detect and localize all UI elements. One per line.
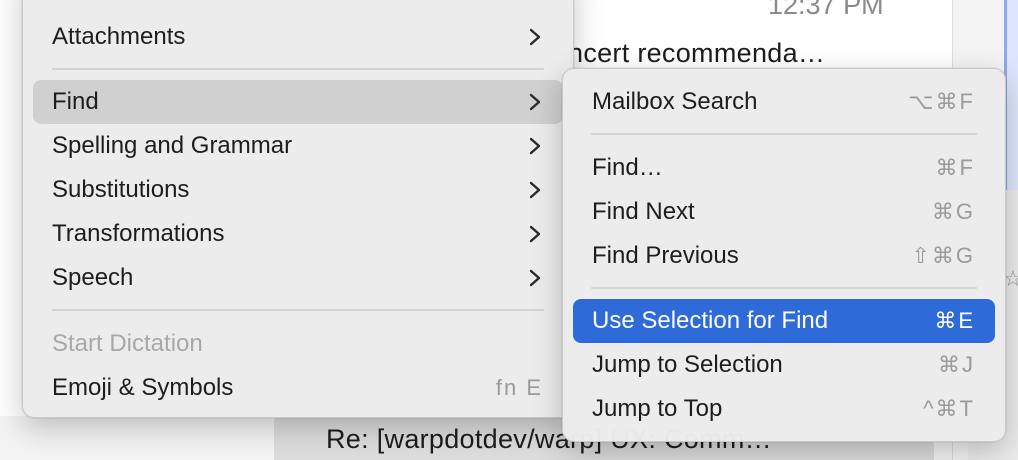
- edit-menu: Attachments Find Spelling and Grammar Su…: [22, 0, 574, 418]
- keyboard-shortcut: ⌘F: [935, 155, 975, 180]
- menu-item-transformations[interactable]: Transformations: [33, 212, 563, 256]
- menu-item-find[interactable]: Find: [33, 80, 563, 124]
- menu-item-emoji-and-symbols[interactable]: Emoji & Symbols fn E: [33, 366, 563, 410]
- menu-item-label: Use Selection for Find: [592, 307, 829, 334]
- menu-item-start-dictation: Start Dictation: [33, 322, 563, 366]
- menu-item-label: Attachments: [52, 23, 186, 50]
- submenu-item-find[interactable]: Find… ⌘F: [573, 146, 995, 190]
- menu-item-label: Emoji & Symbols: [52, 374, 234, 401]
- submenu-item-mailbox-search[interactable]: Mailbox Search ⌥⌘F: [573, 80, 995, 124]
- menu-item-label: Speech: [52, 264, 134, 291]
- keyboard-shortcut: ⇧⌘G: [911, 243, 975, 268]
- chevron-right-icon: [529, 137, 541, 155]
- menu-separator: [591, 133, 977, 135]
- menu-item-label: Jump to Top: [592, 395, 723, 422]
- menu-item-label: Spelling and Grammar: [52, 132, 293, 159]
- submenu-item-find-previous[interactable]: Find Previous ⇧⌘G: [573, 234, 995, 278]
- chevron-right-icon: [529, 93, 541, 111]
- submenu-item-jump-to-top[interactable]: Jump to Top ^⌘T: [573, 387, 995, 431]
- chevron-right-icon: [529, 28, 541, 46]
- submenu-item-use-selection-for-find[interactable]: Use Selection for Find ⌘E: [573, 299, 995, 343]
- selection-strip: [1004, 0, 1018, 190]
- menu-item-label: Start Dictation: [52, 330, 203, 357]
- keyboard-shortcut: ⌥⌘F: [908, 89, 975, 114]
- menu-item-attachments[interactable]: Attachments: [33, 15, 563, 59]
- chevron-right-icon: [529, 181, 541, 199]
- chevron-right-icon: [529, 225, 541, 243]
- menu-item-speech[interactable]: Speech: [33, 256, 563, 300]
- menu-item-spelling-and-grammar[interactable]: Spelling and Grammar: [33, 124, 563, 168]
- menu-separator: [591, 287, 977, 289]
- find-submenu: Mailbox Search ⌥⌘F Find… ⌘F Find Next ⌘G…: [562, 68, 1006, 442]
- menu-item-label: Jump to Selection: [592, 351, 783, 378]
- menu-separator: [52, 68, 544, 70]
- menu-item-label: Transformations: [52, 220, 225, 247]
- keyboard-shortcut: ⌘J: [938, 352, 975, 377]
- menu-item-label: Find…: [592, 154, 663, 181]
- menu-item-label: Find Previous: [592, 242, 739, 269]
- keyboard-shortcut: ^⌘T: [923, 396, 975, 421]
- menu-item-substitutions[interactable]: Substitutions: [33, 168, 563, 212]
- menu-item-label: Find: [52, 88, 99, 115]
- keyboard-shortcut: fn E: [495, 375, 543, 400]
- submenu-item-jump-to-selection[interactable]: Jump to Selection ⌘J: [573, 343, 995, 387]
- message-time: 12:37 PM: [768, 0, 884, 20]
- menu-separator: [52, 309, 544, 311]
- menu-item-label: Mailbox Search: [592, 88, 758, 115]
- menu-item-label: Substitutions: [52, 176, 190, 203]
- keyboard-shortcut: ⌘G: [931, 199, 975, 224]
- message-subject[interactable]: ncert recommenda…: [568, 38, 825, 69]
- keyboard-shortcut: ⌘E: [934, 308, 975, 333]
- submenu-item-find-next[interactable]: Find Next ⌘G: [573, 190, 995, 234]
- menu-item-label: Find Next: [592, 198, 695, 225]
- chevron-right-icon: [529, 269, 541, 287]
